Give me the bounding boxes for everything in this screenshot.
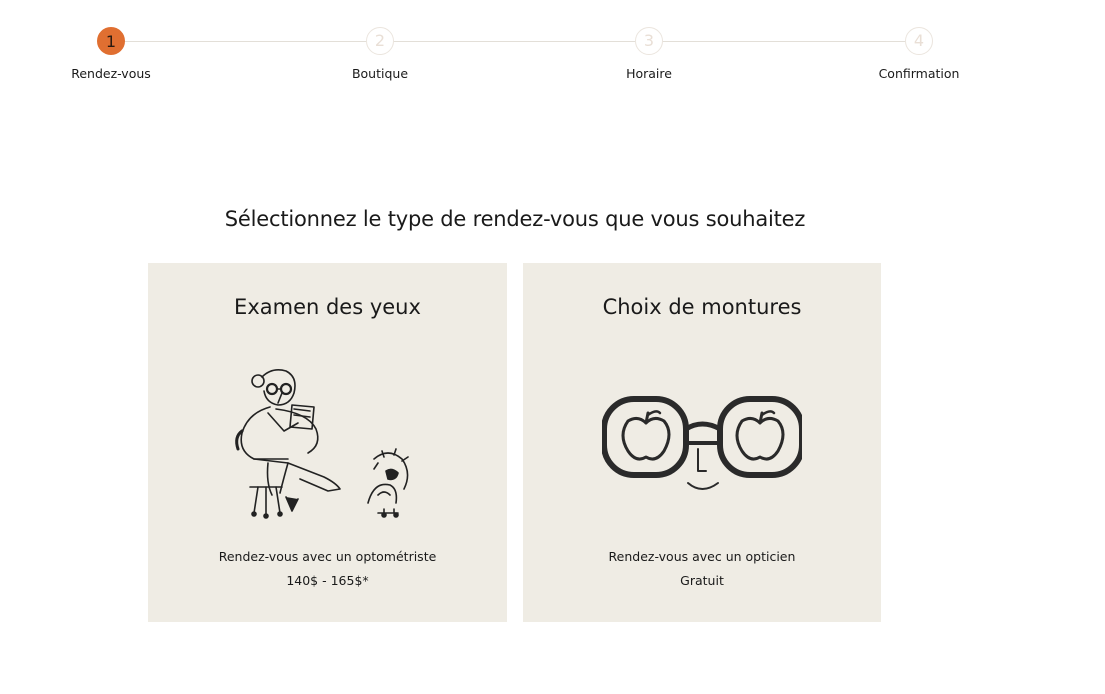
optometrist-illustration — [234, 369, 409, 519]
progress-stepper: 1 Rendez-vous 2 Boutique 3 Horaire 4 Con… — [0, 25, 1105, 85]
step-number: 3 — [635, 27, 663, 55]
step-number: 4 — [905, 27, 933, 55]
card-price: 140$ - 165$* — [286, 573, 369, 588]
step-label: Rendez-vous — [71, 66, 151, 81]
step-label: Boutique — [351, 66, 409, 81]
card-description: Rendez-vous avec un optométriste — [218, 549, 437, 564]
card-title: Examen des yeux — [234, 295, 421, 319]
step-rendez-vous[interactable]: 1 Rendez-vous — [41, 25, 181, 81]
step-confirmation[interactable]: 4 Confirmation — [849, 25, 989, 81]
step-number: 1 — [97, 27, 125, 55]
page-title: Sélectionnez le type de rendez-vous que … — [224, 207, 806, 231]
apple-glasses-illustration — [602, 396, 802, 490]
stepper-line — [111, 41, 919, 42]
card-description: Rendez-vous avec un opticien — [608, 549, 796, 564]
eye-exam-card[interactable]: Examen des yeux Rendez-vous avec un opto… — [148, 263, 507, 622]
appointment-page: 1 Rendez-vous 2 Boutique 3 Horaire 4 Con… — [0, 0, 1105, 694]
frame-selection-card[interactable]: Choix de montures Rendez-vous avec un op… — [523, 263, 881, 622]
card-price: Gratuit — [680, 573, 724, 588]
card-title: Choix de montures — [602, 295, 802, 319]
step-horaire[interactable]: 3 Horaire — [579, 25, 719, 81]
step-boutique[interactable]: 2 Boutique — [310, 25, 450, 81]
step-label: Confirmation — [878, 66, 960, 81]
step-number: 2 — [366, 27, 394, 55]
step-label: Horaire — [626, 66, 672, 81]
